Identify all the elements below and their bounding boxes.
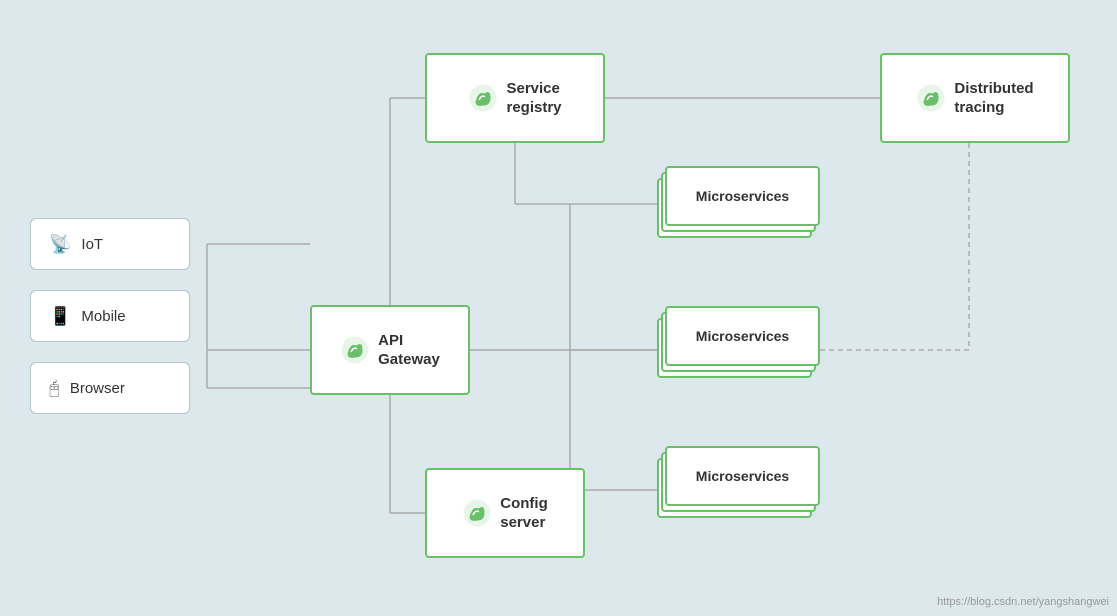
browser-label: Browser <box>70 380 125 397</box>
microservices-2-label: Microservices <box>665 306 820 366</box>
api-gateway-label: API Gateway <box>378 331 440 370</box>
service-registry-box: Service registry <box>425 53 605 143</box>
mobile-icon: 📱 <box>49 306 71 327</box>
browser-icon: 🖰 <box>49 378 60 399</box>
watermark: https://blog.csdn.net/yangshangwei <box>937 596 1109 608</box>
iot-icon: 📡 <box>49 234 71 255</box>
iot-client: 📡 IoT <box>30 218 190 270</box>
api-gateway-box: API Gateway <box>310 305 470 395</box>
config-server-box: Config server <box>425 468 585 558</box>
distributed-tracing-box: Distributed tracing <box>880 53 1070 143</box>
config-server-icon <box>462 498 492 528</box>
microservices-3-label: Microservices <box>665 446 820 506</box>
service-registry-icon <box>468 83 498 113</box>
microservices-1-label: Microservices <box>665 166 820 226</box>
architecture-diagram: 📡 IoT 📱 Mobile 🖰 Browser Service registr… <box>0 0 1117 616</box>
service-registry-label: Service registry <box>506 79 561 118</box>
distributed-tracing-icon <box>916 83 946 113</box>
iot-label: IoT <box>81 236 103 253</box>
browser-client: 🖰 Browser <box>30 362 190 414</box>
config-server-label: Config server <box>500 494 547 533</box>
mobile-client: 📱 Mobile <box>30 290 190 342</box>
mobile-label: Mobile <box>81 308 125 325</box>
distributed-tracing-label: Distributed tracing <box>954 79 1033 118</box>
api-gateway-icon <box>340 335 370 365</box>
